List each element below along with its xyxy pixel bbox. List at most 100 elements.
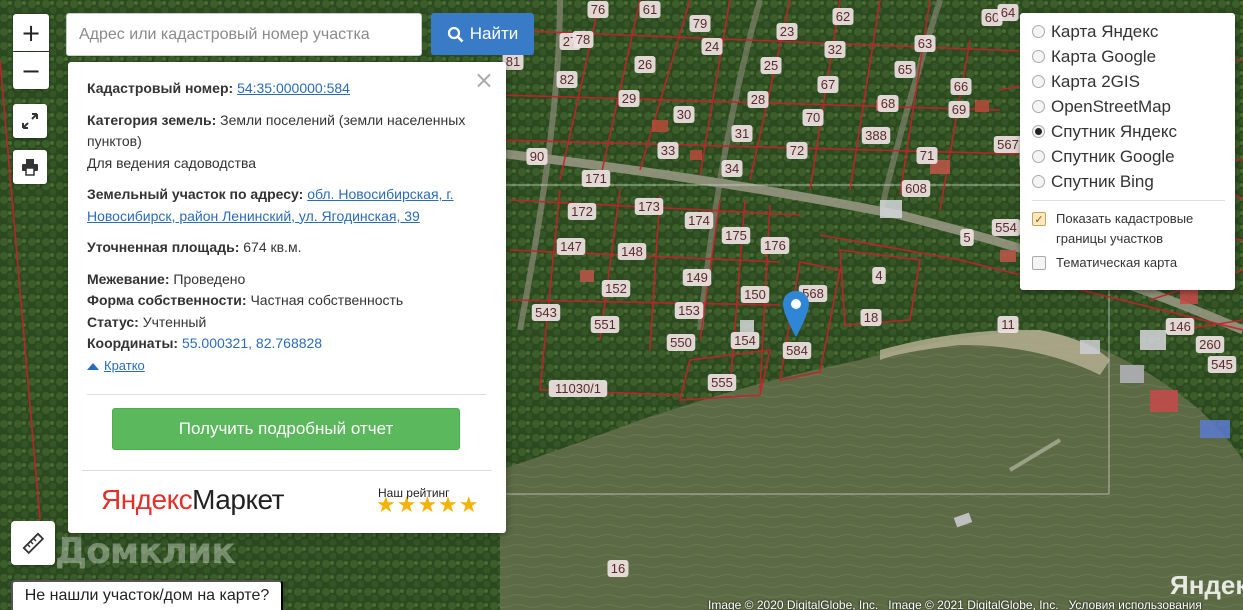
close-icon[interactable]: ×: [474, 68, 494, 92]
layer-radio[interactable]: [1032, 150, 1045, 163]
thematic-map-toggle[interactable]: Тематическая карта: [1032, 253, 1225, 273]
plot-number-label[interactable]: 388: [861, 127, 891, 144]
plot-number-label[interactable]: 608: [901, 180, 931, 197]
layer-radio[interactable]: [1032, 125, 1045, 138]
plot-number-text: 34: [725, 161, 739, 176]
plot-number-label[interactable]: 34: [721, 160, 743, 177]
plot-number-label[interactable]: 90: [526, 148, 548, 165]
plot-number-label[interactable]: 28: [747, 91, 769, 108]
not-found-on-map-button[interactable]: Не нашли участок/дом на карте?: [11, 580, 283, 610]
plot-number-label[interactable]: 555: [707, 374, 737, 391]
plot-number-label[interactable]: 79: [689, 15, 711, 32]
plot-number-text: 66: [954, 79, 968, 94]
plot-number-label[interactable]: 70: [802, 109, 824, 126]
plot-number-label[interactable]: 148: [617, 243, 647, 260]
plot-number-label[interactable]: 29: [618, 90, 640, 107]
yandex-market-logo[interactable]: ЯндексМаркет: [101, 480, 284, 520]
plot-number-label[interactable]: 69: [948, 101, 970, 118]
plot-number-label[interactable]: 176: [760, 237, 790, 254]
plot-number-label[interactable]: 4: [872, 267, 886, 284]
layer-radio[interactable]: [1032, 25, 1045, 38]
plot-number-label[interactable]: 5: [960, 229, 974, 246]
collapse-link[interactable]: Кратко: [87, 355, 145, 377]
plot-number-label[interactable]: 153: [674, 302, 704, 319]
plot-number-label[interactable]: 154: [730, 332, 760, 349]
plot-number-label[interactable]: 16: [607, 560, 629, 577]
plot-number-text: 16: [611, 561, 625, 576]
plot-number-label[interactable]: 260: [1195, 336, 1225, 353]
plot-number-label[interactable]: 171: [581, 170, 611, 187]
layer-option[interactable]: Карта 2GIS: [1032, 69, 1225, 94]
thematic-map-checkbox[interactable]: [1032, 256, 1046, 270]
plot-number-label[interactable]: 23: [776, 23, 798, 40]
plot-number-label[interactable]: 11: [997, 316, 1019, 333]
layer-radio[interactable]: [1032, 75, 1045, 88]
plot-number-label[interactable]: 545: [1207, 356, 1237, 373]
layer-radio[interactable]: [1032, 175, 1045, 188]
plot-number-label[interactable]: 26: [634, 56, 656, 73]
plot-number-label[interactable]: 551: [590, 316, 620, 333]
plot-number-label[interactable]: 146: [1165, 318, 1195, 335]
show-cadastral-checkbox[interactable]: ✓: [1032, 212, 1046, 226]
plot-number-label[interactable]: 147: [556, 238, 586, 255]
plot-number-label[interactable]: 71: [916, 147, 938, 164]
plot-number-label[interactable]: 65: [894, 61, 916, 78]
rating-stars[interactable]: ★★★★★: [376, 495, 480, 517]
plot-number-label[interactable]: 30: [673, 106, 695, 123]
plot-number-label[interactable]: 76: [587, 1, 609, 18]
plot-number-label[interactable]: 31: [731, 125, 753, 142]
plot-number-label[interactable]: 550: [666, 334, 696, 351]
plot-number-label[interactable]: 64: [997, 4, 1019, 21]
plot-number-label[interactable]: 175: [721, 227, 751, 244]
plot-number-label[interactable]: 18: [860, 309, 882, 326]
plot-number-label[interactable]: 149: [682, 269, 712, 286]
terms-of-use-link[interactable]: Условия использования: [1069, 598, 1202, 610]
plot-number-label[interactable]: 567: [993, 136, 1023, 153]
print-button[interactable]: [13, 150, 47, 184]
yandex-market-logo-part-a: Яндекс: [101, 484, 193, 515]
plot-number-label[interactable]: 152: [601, 280, 631, 297]
layer-option[interactable]: Карта Яндекс: [1032, 19, 1225, 44]
search-button[interactable]: Найти: [431, 13, 534, 55]
layer-radio[interactable]: [1032, 100, 1045, 113]
plot-number-label[interactable]: 584: [782, 342, 812, 359]
coordinates-link[interactable]: 55.000321, 82.768828: [182, 335, 322, 351]
layer-option[interactable]: Спутник Bing: [1032, 169, 1225, 194]
layer-option[interactable]: Спутник Google: [1032, 144, 1225, 169]
plot-number-label[interactable]: 82: [556, 71, 578, 88]
layer-option[interactable]: OpenStreetMap: [1032, 94, 1225, 119]
plot-number-label[interactable]: 174: [684, 212, 714, 229]
plot-number-label[interactable]: 173: [634, 198, 664, 215]
plot-number-label[interactable]: 66: [950, 78, 972, 95]
layer-radio[interactable]: [1032, 50, 1045, 63]
zoom-in-button[interactable]: +: [13, 14, 49, 51]
plot-number-label[interactable]: 61: [639, 1, 661, 18]
fullscreen-button[interactable]: [13, 104, 47, 138]
plot-number-label[interactable]: 63: [914, 35, 936, 52]
show-cadastral-toggle[interactable]: ✓ Показать кадастровые границы участков: [1032, 209, 1225, 249]
plot-number-label[interactable]: 11030/1: [548, 380, 608, 397]
layer-option[interactable]: Карта Google: [1032, 44, 1225, 69]
plot-number-label[interactable]: 62: [832, 8, 854, 25]
zoom-out-button[interactable]: −: [13, 52, 49, 89]
plot-number-label[interactable]: 32: [824, 41, 846, 58]
address-search-input[interactable]: [66, 13, 422, 56]
plot-number-label[interactable]: 172: [567, 203, 597, 220]
plot-number-label[interactable]: 24: [701, 38, 723, 55]
plot-number-label[interactable]: 150: [740, 286, 770, 303]
ruler-button[interactable]: [11, 521, 55, 565]
plot-number-label[interactable]: 25: [760, 57, 782, 74]
plot-number-label[interactable]: 554: [991, 219, 1021, 236]
cadastral-number-link[interactable]: 54:35:000000:584: [237, 80, 350, 96]
plot-number-label[interactable]: 78: [572, 31, 594, 48]
plot-number-label[interactable]: 67: [817, 76, 839, 93]
plot-number-label[interactable]: 33: [657, 142, 679, 159]
plot-number-label[interactable]: 543: [531, 304, 561, 321]
location-marker-icon[interactable]: [782, 290, 810, 338]
detailed-report-button[interactable]: Получить подробный отчет: [112, 407, 460, 450]
plot-number-label[interactable]: 68: [877, 95, 899, 112]
plot-number-label[interactable]: 72: [786, 142, 808, 159]
layer-option[interactable]: Спутник Яндекс: [1032, 119, 1225, 144]
plot-number-text: 72: [790, 143, 804, 158]
layer-option-label: Спутник Яндекс: [1051, 121, 1177, 141]
